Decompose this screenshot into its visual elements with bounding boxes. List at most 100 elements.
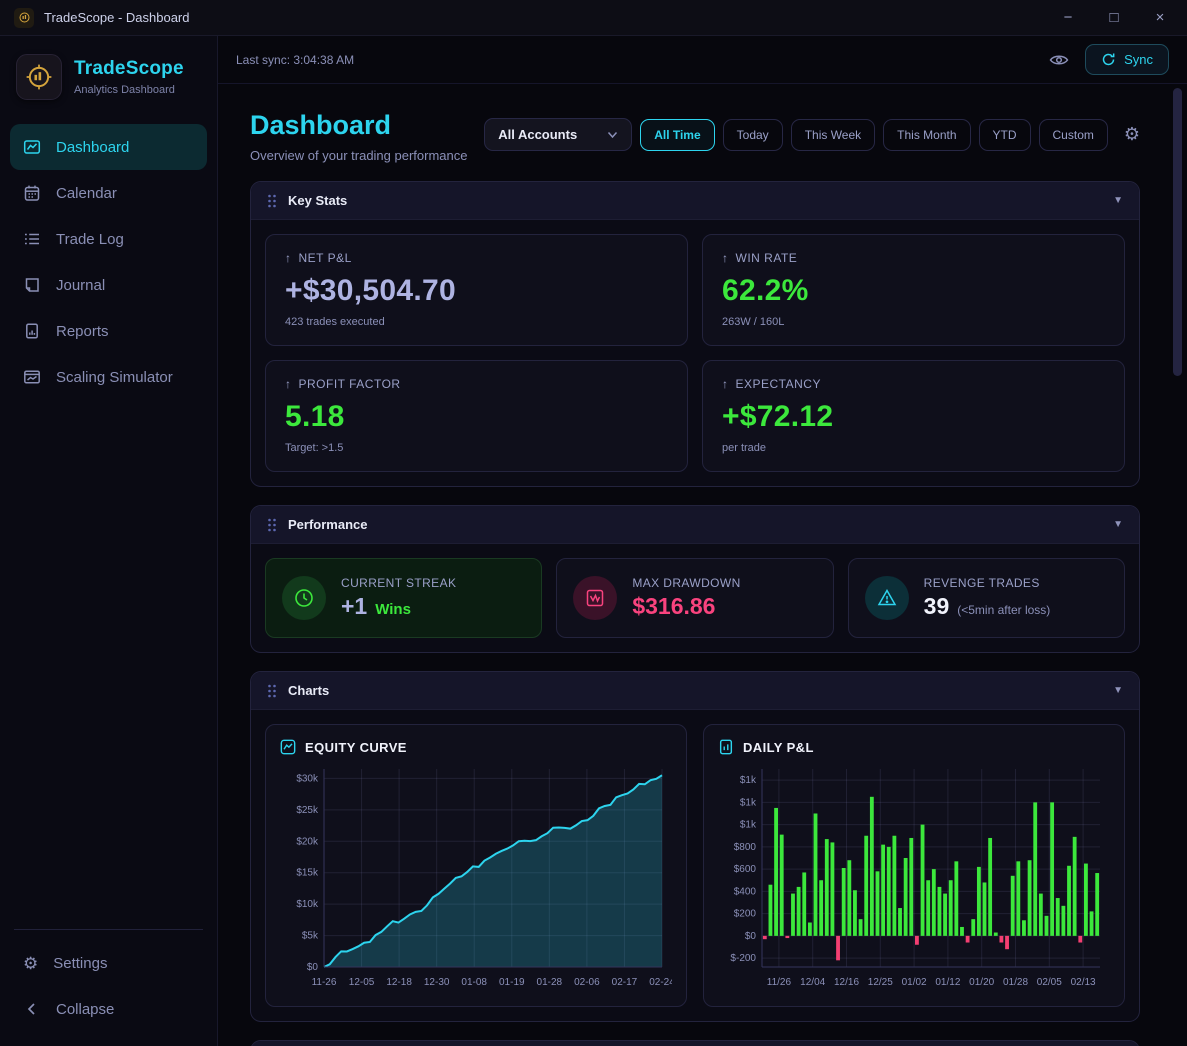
calendar-icon bbox=[24, 185, 40, 201]
svg-text:01/02: 01/02 bbox=[902, 977, 927, 988]
perf-suffix: (<5min after loss) bbox=[957, 603, 1051, 617]
sidebar-item-reports[interactable]: Reports bbox=[10, 308, 207, 354]
stat-card-profit-factor: ↑ PROFIT FACTOR 5.18 Target: >1.5 bbox=[265, 360, 688, 472]
svg-text:02/13: 02/13 bbox=[1071, 977, 1096, 988]
arrow-up-icon: ↑ bbox=[722, 377, 729, 391]
collapse-caret-icon[interactable]: ▼ bbox=[1113, 195, 1123, 206]
svg-text:12-18: 12-18 bbox=[386, 977, 412, 988]
bar-chart-icon bbox=[719, 739, 733, 755]
drag-handle-icon[interactable] bbox=[267, 194, 277, 208]
collapse-label: Collapse bbox=[56, 1000, 115, 1018]
drawdown-chart-icon bbox=[573, 576, 618, 620]
svg-text:01-08: 01-08 bbox=[461, 977, 487, 988]
svg-text:$20k: $20k bbox=[296, 836, 319, 847]
top-bar: Last sync: 3:04:38 AM Sync bbox=[218, 36, 1187, 84]
vertical-scrollbar[interactable] bbox=[1173, 88, 1182, 376]
time-filter-ytd[interactable]: YTD bbox=[978, 118, 1031, 151]
list-icon bbox=[25, 233, 39, 245]
perf-value: 39 bbox=[923, 593, 950, 619]
sidebar-item-label: Calendar bbox=[56, 184, 117, 202]
drag-handle-icon[interactable] bbox=[267, 518, 277, 532]
stat-label: PROFIT FACTOR bbox=[298, 377, 401, 391]
equity-curve-card: EQUITY CURVE $0 $5k $10k $15k $20k $25k $30k 11… bbox=[265, 724, 687, 1007]
collapse-caret-icon[interactable]: ▼ bbox=[1113, 685, 1123, 696]
sync-button[interactable]: Sync bbox=[1085, 44, 1169, 75]
time-filter-today[interactable]: Today bbox=[722, 118, 783, 151]
sidebar-item-scaling-simulator[interactable]: Scaling Simulator bbox=[10, 354, 207, 400]
svg-text:$200: $200 bbox=[734, 909, 757, 920]
svg-text:$1k: $1k bbox=[740, 775, 757, 786]
stat-value: +$30,504.70 bbox=[285, 274, 456, 307]
chart-title: DAILY P&L bbox=[743, 739, 814, 755]
perf-suffix: Wins bbox=[375, 601, 411, 618]
clock-icon bbox=[282, 576, 326, 620]
sidebar-item-dashboard[interactable]: Dashboard bbox=[10, 124, 207, 170]
time-filter-this-week[interactable]: This Week bbox=[790, 118, 876, 151]
stat-sub: 263W / 160L bbox=[722, 316, 785, 328]
svg-text:12/16: 12/16 bbox=[834, 977, 859, 988]
brand-subtitle: Analytics Dashboard bbox=[74, 84, 175, 96]
dashboard-content: Dashboard Overview of your trading perfo… bbox=[218, 84, 1187, 1046]
stat-card-expectancy: ↑ EXPECTANCY +$72.12 per trade bbox=[702, 360, 1125, 472]
page-subtitle: Overview of your trading performance bbox=[250, 148, 468, 163]
stat-card-net-pnl: ↑ NET P&L +$30,504.70 423 trades executed bbox=[265, 234, 688, 346]
time-filter-this-month[interactable]: This Month bbox=[883, 118, 971, 151]
svg-text:$1k: $1k bbox=[740, 820, 757, 831]
svg-text:11/26: 11/26 bbox=[767, 977, 792, 988]
perf-card-max-drawdown: MAX DRAWDOWN $316.86 bbox=[556, 558, 834, 638]
section-title: Performance bbox=[288, 517, 368, 532]
close-button[interactable]: × bbox=[1137, 1, 1183, 35]
chevron-down-icon bbox=[608, 131, 618, 138]
svg-text:$25k: $25k bbox=[296, 805, 319, 816]
settings-label: Settings bbox=[53, 954, 108, 972]
svg-text:$15k: $15k bbox=[296, 868, 319, 879]
line-chart-icon bbox=[280, 739, 296, 755]
perf-value: $316.86 bbox=[632, 593, 716, 619]
sidebar: TradeScope Analytics Dashboard Dashboard… bbox=[0, 36, 218, 1046]
arrow-up-icon: ↑ bbox=[285, 251, 292, 265]
minimize-button[interactable]: − bbox=[1045, 1, 1091, 35]
title-bar: TradeScope - Dashboard − □ × bbox=[0, 0, 1187, 36]
maximize-button[interactable]: □ bbox=[1091, 1, 1137, 35]
stat-sub: per trade bbox=[722, 442, 767, 454]
stat-card-win-rate: ↑ WIN RATE 62.2% 263W / 160L bbox=[702, 234, 1125, 346]
perf-label: CURRENT STREAK bbox=[341, 576, 457, 590]
stat-label: WIN RATE bbox=[735, 251, 798, 265]
sidebar-collapse-button[interactable]: Collapse bbox=[14, 986, 203, 1032]
account-filter-select[interactable]: All Accounts bbox=[484, 118, 633, 151]
journal-icon bbox=[25, 278, 39, 292]
section-performance: Performance ▼ CURRENT STREAK +1 Wins MAX… bbox=[250, 505, 1140, 653]
stat-label: NET P&L bbox=[298, 251, 352, 265]
sidebar-item-journal[interactable]: Journal bbox=[10, 262, 207, 308]
section-title: Key Stats bbox=[288, 193, 348, 208]
svg-text:$10k: $10k bbox=[296, 899, 319, 910]
section-analysis: Analysis ▼ bbox=[250, 1040, 1140, 1046]
dashboard-settings-gear-icon[interactable]: ⚙ bbox=[1124, 124, 1140, 145]
stat-sub: Target: >1.5 bbox=[285, 442, 344, 454]
sidebar-item-trade-log[interactable]: Trade Log bbox=[10, 216, 207, 262]
sidebar-footer: ⚙ Settings Collapse bbox=[14, 929, 203, 1046]
sidebar-item-label: Dashboard bbox=[56, 138, 130, 156]
warning-triangle-icon bbox=[864, 576, 909, 620]
collapse-caret-icon[interactable]: ▼ bbox=[1113, 519, 1123, 530]
svg-text:$1k: $1k bbox=[740, 797, 757, 808]
drag-handle-icon[interactable] bbox=[267, 684, 277, 698]
last-sync-text: Last sync: 3:04:38 AM bbox=[236, 52, 355, 67]
perf-label: MAX DRAWDOWN bbox=[632, 576, 741, 590]
svg-text:01/12: 01/12 bbox=[935, 977, 960, 988]
daily-pnl-chart: $-200 $0 $200 $400 $600 $800 $1k $1k $1k 11/26 12/… bbox=[730, 769, 1100, 988]
sidebar-nav: Dashboard Calendar Trade Log Journal Rep… bbox=[0, 114, 217, 929]
time-filter-all-time[interactable]: All Time bbox=[640, 118, 715, 151]
sidebar-item-settings[interactable]: ⚙ Settings bbox=[14, 940, 203, 986]
svg-text:02-06: 02-06 bbox=[574, 977, 600, 988]
stat-sub: 423 trades executed bbox=[285, 316, 385, 328]
perf-label: REVENGE TRADES bbox=[923, 576, 1040, 590]
time-filter-custom[interactable]: Custom bbox=[1038, 118, 1108, 151]
eye-icon[interactable] bbox=[1049, 52, 1069, 68]
page-title: Dashboard bbox=[250, 110, 392, 140]
daily-pnl-card: DAILY P&L $-200 $0 $200 $400 $600 $800 $1k $1k $… bbox=[703, 724, 1125, 1007]
dashboard-icon bbox=[23, 140, 41, 154]
svg-text:$30k: $30k bbox=[296, 773, 319, 784]
sidebar-item-calendar[interactable]: Calendar bbox=[10, 170, 207, 216]
sidebar-item-label: Scaling Simulator bbox=[56, 368, 173, 386]
